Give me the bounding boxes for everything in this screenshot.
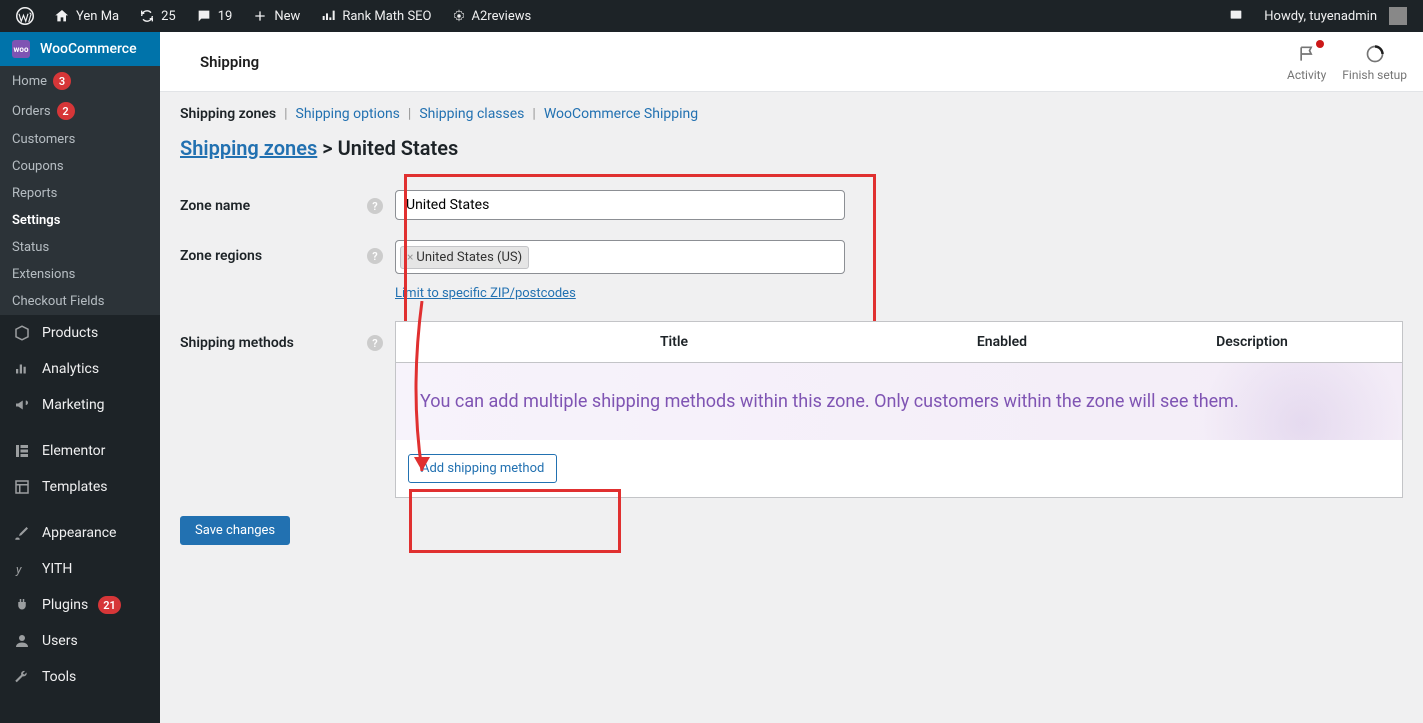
elementor-icon	[12, 441, 32, 461]
flag-icon	[1295, 42, 1319, 66]
wrench-icon	[12, 667, 32, 687]
zone-name-input[interactable]	[395, 190, 845, 220]
sidebar-woocommerce[interactable]: woo WooCommerce	[0, 32, 160, 66]
admin-sidebar: woo WooCommerce Home3 Orders2 Customers …	[0, 32, 160, 723]
help-icon[interactable]: ?	[367, 248, 383, 264]
col-enabled: Enabled	[902, 322, 1102, 362]
sidebar-plugins[interactable]: Plugins 21	[0, 587, 160, 623]
annotation-highlight-button	[409, 489, 621, 553]
home-icon	[54, 8, 70, 24]
breadcrumb: Shipping zones > United States	[180, 136, 1403, 180]
sub-customers[interactable]: Customers	[0, 126, 160, 153]
products-icon	[12, 323, 32, 343]
activity-button[interactable]: Activity	[1287, 42, 1326, 82]
help-icon[interactable]: ?	[367, 335, 383, 351]
zip-postcodes-link[interactable]: Limit to specific ZIP/postcodes	[395, 286, 576, 301]
updates-count: 25	[161, 9, 176, 24]
empty-state-message: You can add multiple shipping methods wi…	[396, 363, 1402, 440]
sidebar-tools[interactable]: Tools	[0, 659, 160, 695]
sub-reports[interactable]: Reports	[0, 180, 160, 207]
sub-settings[interactable]: Settings	[0, 207, 160, 234]
help-icon[interactable]: ?	[367, 198, 383, 214]
region-chip: × United States (US)	[400, 246, 529, 269]
wordpress-icon	[16, 7, 34, 25]
shipping-methods-label: Shipping methods	[180, 335, 294, 351]
new-label: New	[274, 9, 300, 24]
content-area: Shipping Activity Finish setup Shipping …	[160, 32, 1423, 723]
remove-chip-icon[interactable]: ×	[407, 250, 413, 264]
sub-extensions[interactable]: Extensions	[0, 261, 160, 288]
sidebar-marketing[interactable]: Marketing	[0, 387, 160, 423]
templates-icon	[12, 477, 32, 497]
sidebar-elementor[interactable]: Elementor	[0, 433, 160, 469]
rank-math-label: Rank Math SEO	[342, 9, 431, 24]
sidebar-templates[interactable]: Templates	[0, 469, 160, 505]
sub-home[interactable]: Home3	[0, 66, 160, 96]
add-shipping-method-button[interactable]: Add shipping method	[408, 454, 557, 483]
zone-name-label: Zone name	[180, 198, 250, 214]
notification-dot	[1316, 40, 1324, 48]
account-menu[interactable]: Howdy, tuyenadmin	[1256, 0, 1415, 32]
site-name-label: Yen Ma	[76, 9, 119, 24]
rank-math-bar[interactable]: Rank Math SEO	[312, 0, 439, 32]
tab-shipping-classes[interactable]: Shipping classes	[419, 106, 524, 122]
orders-badge: 2	[57, 102, 75, 120]
col-description: Description	[1102, 322, 1402, 362]
megaphone-icon	[12, 395, 32, 415]
a2reviews-bar[interactable]: A2reviews	[444, 0, 540, 32]
zone-regions-label: Zone regions	[180, 248, 262, 264]
comment-icon	[196, 8, 212, 24]
new-content[interactable]: New	[244, 0, 308, 32]
sub-coupons[interactable]: Coupons	[0, 153, 160, 180]
zone-regions-select[interactable]: × United States (US)	[395, 240, 845, 274]
page-header: Shipping Activity Finish setup	[160, 32, 1423, 92]
shipping-methods-table: Title Enabled Description You can add mu…	[395, 321, 1403, 498]
a2reviews-label: A2reviews	[472, 9, 532, 24]
notifications-icon[interactable]	[1220, 0, 1252, 32]
breadcrumb-root[interactable]: Shipping zones	[180, 136, 317, 160]
breadcrumb-current: United States	[338, 136, 459, 160]
sidebar-analytics[interactable]: Analytics	[0, 351, 160, 387]
chart-icon	[320, 8, 336, 24]
admin-bar: Yen Ma 25 19 New Rank Math SEO A2reviews…	[0, 0, 1423, 32]
analytics-icon	[12, 359, 32, 379]
refresh-icon	[139, 8, 155, 24]
svg-text:y: y	[15, 563, 22, 577]
sub-orders[interactable]: Orders2	[0, 96, 160, 126]
updates[interactable]: 25	[131, 0, 184, 32]
sidebar-appearance[interactable]: Appearance	[0, 515, 160, 551]
tab-shipping-zones[interactable]: Shipping zones	[180, 106, 276, 122]
plus-icon	[252, 8, 268, 24]
users-icon	[12, 631, 32, 651]
comments[interactable]: 19	[188, 0, 241, 32]
sidebar-yith[interactable]: y YITH	[0, 551, 160, 587]
sidebar-woocommerce-label: WooCommerce	[40, 41, 137, 57]
wp-logo[interactable]	[8, 0, 42, 32]
sidebar-products[interactable]: Products	[0, 315, 160, 351]
col-title: Title	[446, 322, 902, 362]
woocommerce-icon: woo	[12, 40, 30, 58]
plugins-badge: 21	[98, 596, 121, 614]
home-badge: 3	[53, 72, 71, 90]
avatar	[1389, 7, 1407, 25]
woocommerce-submenu: Home3 Orders2 Customers Coupons Reports …	[0, 66, 160, 315]
finish-setup-button[interactable]: Finish setup	[1342, 42, 1407, 82]
comments-count: 19	[218, 9, 233, 24]
page-title: Shipping	[176, 53, 259, 71]
sidebar-users[interactable]: Users	[0, 623, 160, 659]
tab-shipping-options[interactable]: Shipping options	[296, 106, 400, 122]
site-name[interactable]: Yen Ma	[46, 0, 127, 32]
plug-icon	[12, 595, 32, 615]
howdy-text: Howdy, tuyenadmin	[1264, 9, 1377, 24]
yith-icon: y	[12, 559, 32, 579]
tab-wc-shipping[interactable]: WooCommerce Shipping	[544, 106, 698, 122]
progress-icon	[1363, 42, 1387, 66]
brush-icon	[12, 523, 32, 543]
gear-icon	[452, 9, 466, 23]
sub-status[interactable]: Status	[0, 234, 160, 261]
tabs: Shipping zones | Shipping options | Ship…	[180, 92, 1403, 136]
table-header: Title Enabled Description	[396, 322, 1402, 363]
sub-checkout-fields[interactable]: Checkout Fields	[0, 288, 160, 315]
save-changes-button[interactable]: Save changes	[180, 516, 290, 545]
